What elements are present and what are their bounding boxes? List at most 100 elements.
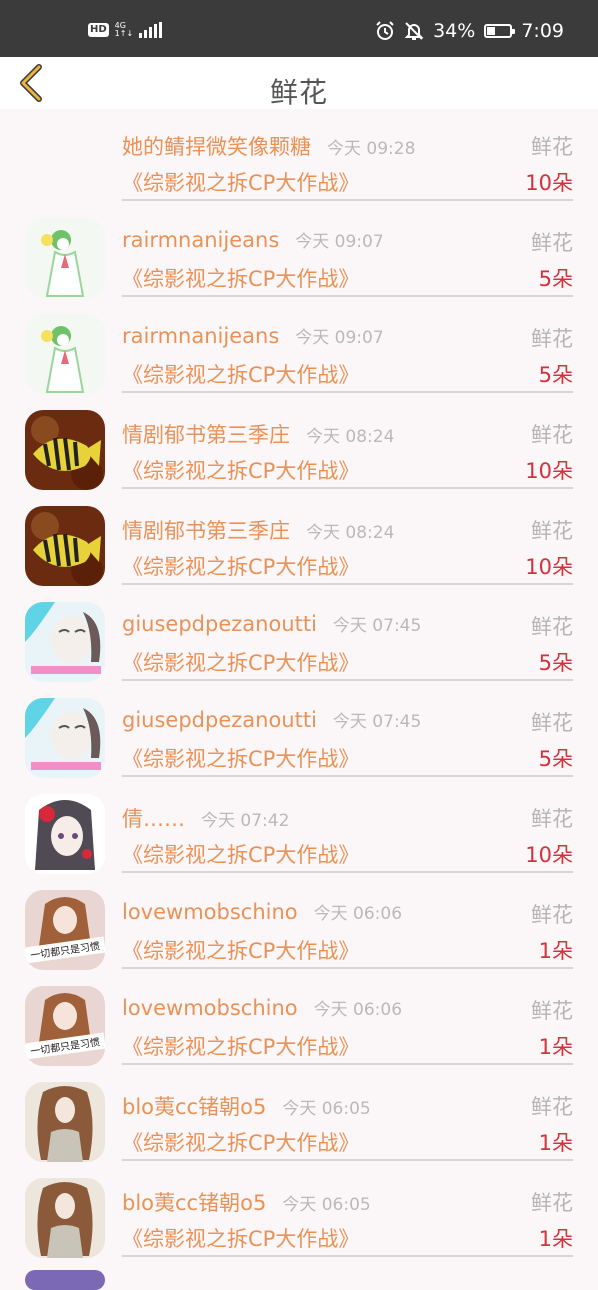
book-title-link[interactable]: 《综影视之拆CP大作战》 [122,839,359,869]
list-item[interactable]: rairmnanijeans 今天 09:07 鲜花 《综影视之拆CP大作战》 5朵 [0,301,598,397]
gift-type: 鲜花 [531,999,573,1023]
clock: 7:09 [521,20,564,42]
mute-icon [404,22,424,40]
timestamp: 今天 06:06 [313,1000,403,1020]
list-item[interactable]: 情剧郁书第三季庄 今天 08:24 鲜花《综影视之拆CP大作战》 10朵 [0,397,598,493]
list-item[interactable]: rairmnanijeans 今天 09:07 鲜花 《综影视之拆CP大作战》 5朵 [0,205,598,301]
avatar[interactable] [25,602,105,682]
list-item[interactable]: blo荑cc锗朝o5 今天 06:05 鲜花《综影视之拆CP大作战》 1朵 [0,1069,598,1165]
list-item[interactable]: 一切都只是习惯 lovewmobschino 今天 06:06 鲜花《综影视之拆CP大… [0,877,598,973]
timestamp: 今天 08:24 [306,427,395,447]
alarm-icon [376,21,394,40]
signal-icon [139,22,163,38]
book-title-link[interactable]: 《综影视之拆CP大作战》 [122,359,359,389]
sender-name-text: lovewmobschino [122,996,298,1020]
sender-name-text: giusepdpezanoutti [122,708,317,732]
divider [122,295,573,297]
avatar[interactable] [25,1178,105,1258]
page-title: 鲜花 [269,76,328,109]
gift-type: 鲜花 [531,327,573,351]
book-title-link[interactable]: 《综影视之拆CP大作战》 [122,167,359,197]
battery-icon [484,24,516,38]
divider [122,487,573,489]
gift-count: 1朵 [538,939,573,963]
sender-name-text: blo荑cc锗朝o5 [122,1191,267,1215]
list-item[interactable]: 倩…… 今天 07:42 鲜花 《综影视之拆CP大作战》 10朵 [0,781,598,877]
gift-type: 鲜花 [531,711,573,735]
status-left: HD 4G 1↑↓ [88,22,163,38]
sender-name-text: 情剧郁书第三季庄 [122,423,290,447]
gift-count: 1朵 [538,1035,573,1059]
book-title-link[interactable]: 《综影视之拆CP大作战》 [122,743,359,773]
timestamp: 今天 08:24 [306,523,395,543]
timestamp: 今天 07:45 [332,712,422,732]
header: 鲜花 [0,57,598,109]
hd-badge: HD [88,23,109,37]
sender-name: 倩…… 今天 07:42 [122,803,289,833]
gift-type: 鲜花 [531,903,573,927]
network-indicator: 4G 1↑↓ [115,22,134,38]
avatar[interactable]: 一切都只是习惯 [25,986,105,1066]
gift-count: 10朵 [525,171,573,195]
book-title-link[interactable]: 《综影视之拆CP大作战》 [122,1223,359,1253]
battery-fill [487,27,496,35]
sender-name: blo荑cc锗朝o5 今天 06:05 [122,1091,371,1121]
avatar[interactable] [25,410,105,490]
gift-type: 鲜花 [531,519,573,543]
avatar[interactable] [25,122,105,202]
gift-count: 5朵 [538,651,573,675]
book-title-link[interactable]: 《综影视之拆CP大作战》 [122,1031,359,1061]
sender-name: rairmnanijeans 今天 09:07 [122,227,384,252]
gift-count: 10朵 [525,459,573,483]
gift-type: 鲜花 [531,231,573,255]
sender-name: lovewmobschino 今天 06:06 [122,899,402,924]
sender-name: blo荑cc锗朝o5 今天 06:05 [122,1187,371,1217]
divider [122,679,573,681]
avatar[interactable] [25,1082,105,1162]
gift-type: 鲜花 [531,423,573,447]
avatar[interactable] [25,218,105,298]
book-title-link[interactable]: 《综影视之拆CP大作战》 [122,647,359,677]
network-activity: 1↑↓ [114,29,134,38]
status-bar: HD 4G 1↑↓ 34% 7:09 [0,0,598,57]
status-right: 34% 7:09 [375,20,564,42]
list-item[interactable]: 情剧郁书第三季庄 今天 08:24 鲜花 《综影视之拆CP大作战》 10朵 [0,493,598,589]
sender-name-text: rairmnanijeans [122,228,280,252]
timestamp: 今天 06:06 [313,904,403,924]
gift-count: 10朵 [525,843,573,867]
sender-name-text: lovewmobschino [122,900,298,924]
sender-name: 她的鲭捍微笑像颗糖 今天 09:28 [122,131,415,161]
gift-type: 鲜花 [531,1095,573,1119]
list-item[interactable]: blo荑cc锗朝o5 今天 06:05 鲜花 《综影视之拆CP大作战》 1朵 [0,1165,598,1261]
gift-count: 10朵 [525,555,573,579]
divider [122,967,573,969]
divider [122,391,573,393]
avatar[interactable] [25,794,105,874]
divider [122,775,573,777]
avatar[interactable]: 一切都只是习惯 [25,890,105,970]
list-item[interactable]: 她的鲭捍微笑像颗糖 今天 09:28 鲜花 《综影视之拆CP大作战》 10朵 [0,109,598,205]
avatar-peek [25,1270,105,1290]
book-title-link[interactable]: 《综影视之拆CP大作战》 [122,455,359,485]
sender-name-text: 她的鲭捍微笑像颗糖 [122,135,311,159]
battery-percent: 34% [433,20,476,42]
timestamp: 今天 06:05 [282,1195,371,1215]
list-item[interactable]: giusepdpezanoutti 今天 07:45 鲜花 《综影视之拆CP大作战》 5… [0,589,598,685]
avatar[interactable] [25,314,105,394]
gift-count: 5朵 [538,747,573,771]
avatar[interactable] [25,506,105,586]
book-title-link[interactable]: 《综影视之拆CP大作战》 [122,1127,359,1157]
sender-name: 情剧郁书第三季庄 今天 08:24 [122,419,394,449]
avatar[interactable] [25,698,105,778]
gift-type: 鲜花 [531,1191,573,1215]
book-title-link[interactable]: 《综影视之拆CP大作战》 [122,263,359,293]
book-title-link[interactable]: 《综影视之拆CP大作战》 [122,935,359,965]
list-item[interactable]: giusepdpezanoutti 今天 07:45 鲜花《综影视之拆CP大作战》 5… [0,685,598,781]
sender-name-text: blo荑cc锗朝o5 [122,1095,267,1119]
gift-count: 1朵 [538,1131,573,1155]
divider [122,1159,573,1161]
list-item[interactable]: 一切都只是习惯 lovewmobschino 今天 06:06 鲜花《综影视之拆CP大… [0,973,598,1069]
book-title-link[interactable]: 《综影视之拆CP大作战》 [122,551,359,581]
gift-type: 鲜花 [531,615,573,639]
timestamp: 今天 07:42 [201,811,290,831]
